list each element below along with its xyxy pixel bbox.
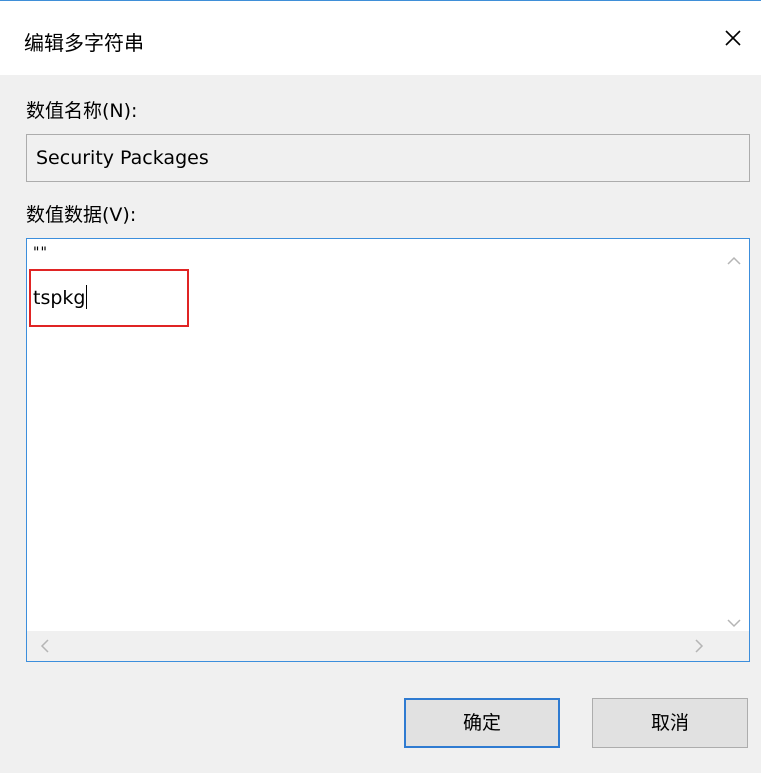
title-bar[interactable]: 编辑多字符串 bbox=[0, 1, 761, 75]
vertical-scrollbar[interactable] bbox=[719, 239, 749, 631]
close-icon bbox=[725, 30, 741, 46]
dialog-title: 编辑多字符串 bbox=[24, 31, 144, 55]
chevron-right-icon bbox=[695, 639, 704, 653]
edit-multi-string-dialog: 编辑多字符串 数值名称(N): Security Packages 数值数据(V… bbox=[0, 0, 761, 773]
scroll-right-button[interactable] bbox=[691, 638, 707, 654]
value-data-line-1: "" bbox=[33, 245, 48, 261]
value-data-textarea[interactable]: "" tspkg bbox=[26, 238, 750, 662]
horizontal-scrollbar[interactable] bbox=[27, 631, 719, 661]
cancel-button[interactable]: 取消 bbox=[592, 698, 748, 748]
scroll-down-button[interactable] bbox=[726, 615, 742, 631]
value-name-label: 数值名称(N): bbox=[26, 100, 138, 122]
value-data-label: 数值数据(V): bbox=[26, 204, 137, 226]
chevron-left-icon bbox=[40, 639, 49, 653]
chevron-up-icon bbox=[727, 256, 741, 265]
value-name-field: Security Packages bbox=[26, 134, 750, 182]
close-button[interactable] bbox=[718, 23, 748, 53]
red-highlight-box bbox=[29, 269, 189, 327]
chevron-down-icon bbox=[727, 619, 741, 628]
scrollbar-corner bbox=[719, 631, 749, 661]
scroll-left-button[interactable] bbox=[37, 638, 53, 654]
ok-button[interactable]: 确定 bbox=[404, 698, 560, 748]
scroll-up-button[interactable] bbox=[726, 253, 742, 269]
